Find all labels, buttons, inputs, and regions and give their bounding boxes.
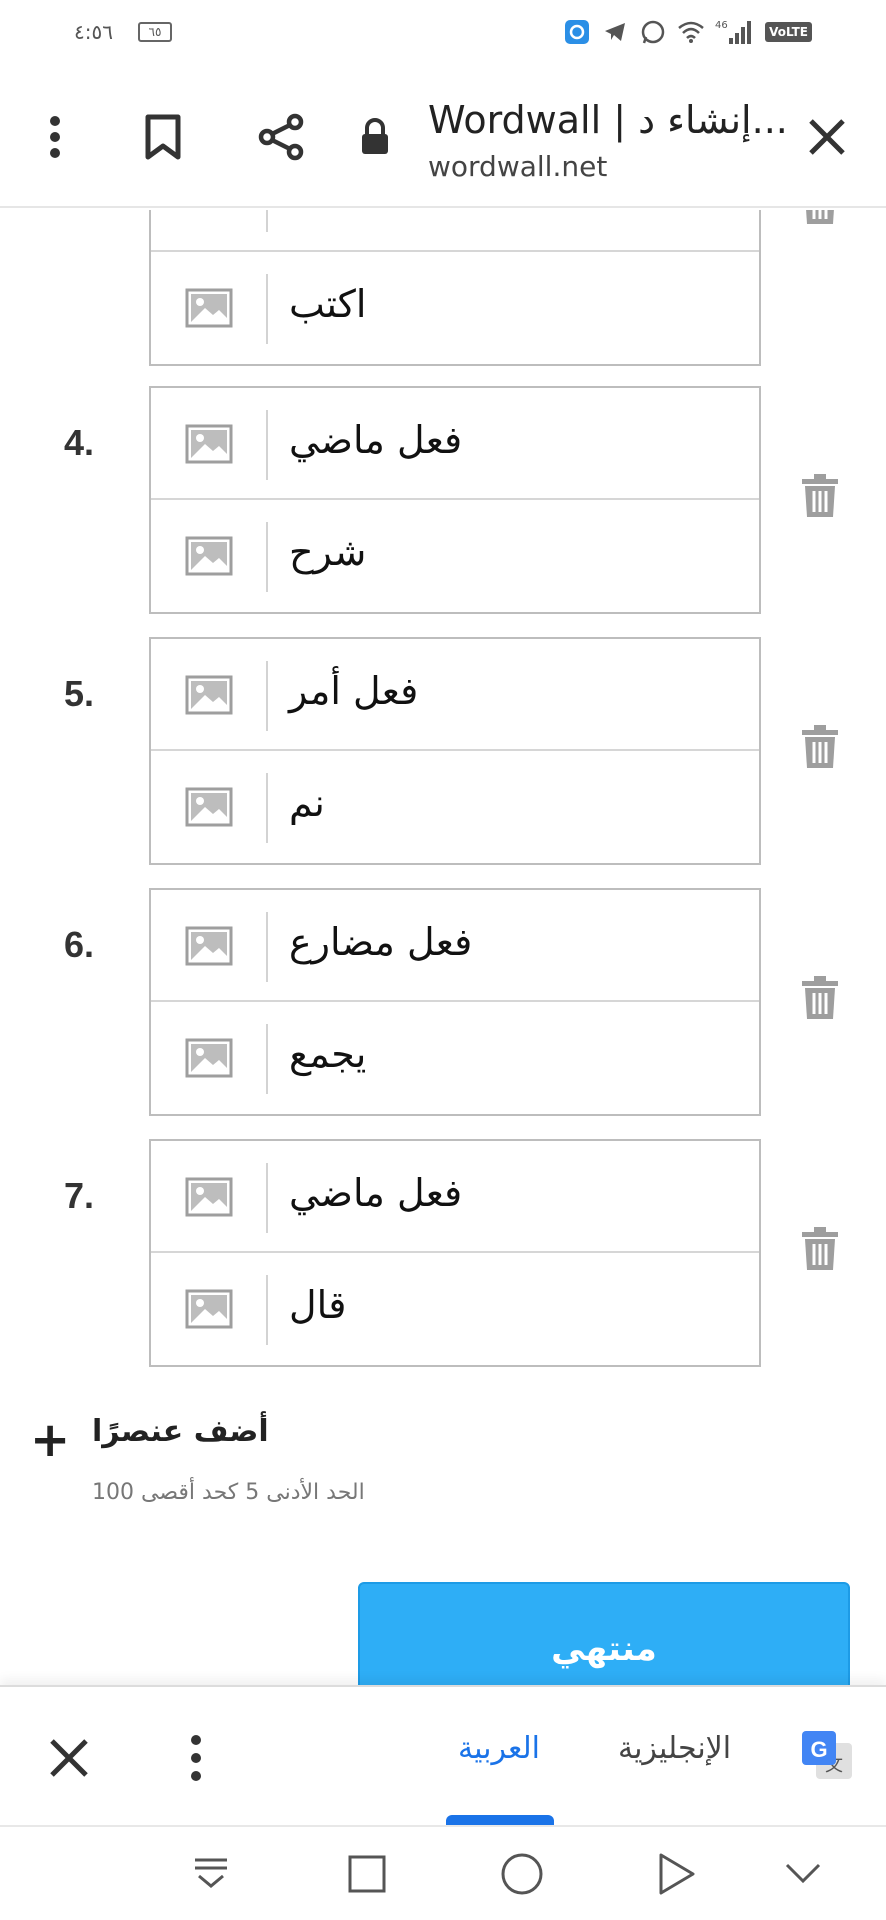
add-image-icon[interactable]: [185, 1038, 233, 1078]
item-box: فعل مضارع يجمع: [149, 888, 761, 1116]
item-row-definition[interactable]: يجمع: [151, 1002, 759, 1114]
pull-down-icon: [195, 1858, 227, 1888]
wifi-icon: [677, 18, 705, 46]
item-limit-note: الحد الأدنى 5 كحد أقصى 100: [92, 1480, 365, 1505]
delete-item-icon[interactable]: [800, 1226, 840, 1272]
add-image-icon[interactable]: [185, 926, 233, 966]
translate-menu-icon[interactable]: [176, 1733, 216, 1783]
delete-item-icon[interactable]: [800, 975, 840, 1021]
bookmark-button[interactable]: [128, 102, 198, 172]
page-url: wordwall.net: [428, 150, 608, 183]
item-number: 4.: [64, 422, 95, 463]
row-text[interactable]: اكتب: [289, 282, 366, 326]
telegram-icon: [601, 18, 629, 46]
item-box: فعل ماضي قال: [149, 1139, 761, 1367]
item-row-definition[interactable]: اكتب: [151, 252, 759, 364]
item-row-partial-top[interactable]: [151, 210, 759, 252]
add-item-label: أضف عنصرًا: [92, 1414, 269, 1449]
status-icons: 46 VoLTE: [563, 18, 812, 46]
add-image-icon[interactable]: [185, 1177, 233, 1217]
done-button[interactable]: منتهي: [358, 1582, 850, 1685]
item-number: 5.: [64, 673, 95, 714]
tab-arabic[interactable]: العربية: [458, 1731, 540, 1766]
browser-header: Wordwall | إنشاء د... wordwall.net: [0, 70, 886, 208]
term-text[interactable]: فعل ماضي: [289, 418, 462, 462]
item-box: فعل ماضي شرح: [149, 386, 761, 614]
kebab-menu-icon: [50, 116, 60, 158]
term-text[interactable]: فعل ماضي: [289, 1171, 462, 1215]
term-text[interactable]: فعل أمر: [289, 669, 418, 713]
item-row-term[interactable]: فعل أمر: [151, 639, 759, 751]
item-row-term[interactable]: فعل ماضي: [151, 388, 759, 500]
lock-button[interactable]: [340, 102, 410, 172]
definition-text[interactable]: شرح: [289, 530, 366, 574]
definition-text[interactable]: نم: [289, 781, 325, 825]
hide-nav-button[interactable]: [778, 1849, 828, 1899]
status-time: ٤:٥٦: [74, 20, 113, 44]
translate-bar: العربية الإنجليزية 文 G: [0, 1685, 886, 1827]
svg-text:46: 46: [715, 20, 728, 31]
tab-english[interactable]: الإنجليزية: [618, 1731, 731, 1766]
google-translate-icon: 文 G: [802, 1731, 852, 1779]
chevron-down-icon: [785, 1863, 821, 1884]
circle-icon: [501, 1853, 543, 1895]
close-icon: [809, 119, 845, 155]
item-number: 7.: [64, 1175, 95, 1216]
share-icon: [258, 113, 304, 161]
add-image-icon[interactable]: [185, 288, 233, 328]
item-row-term[interactable]: فعل ماضي: [151, 1141, 759, 1253]
add-image-icon[interactable]: [185, 1289, 233, 1329]
definition-text[interactable]: يجمع: [289, 1032, 366, 1076]
item-row-term[interactable]: فعل مضارع: [151, 890, 759, 1002]
sync-app-icon: [563, 18, 591, 46]
item-box-partial: اكتب: [149, 210, 761, 366]
add-image-icon[interactable]: [185, 424, 233, 464]
item-row-definition[interactable]: قال: [151, 1253, 759, 1365]
add-image-icon[interactable]: [185, 675, 233, 715]
item-box: فعل أمر نم: [149, 637, 761, 865]
share-button[interactable]: [246, 102, 316, 172]
triangle-back-icon: [659, 1853, 695, 1895]
item-number: 6.: [64, 924, 95, 965]
status-bar: ٤:٥٦ ٦٥ 46 VoLTE: [0, 0, 886, 70]
delete-item-icon[interactable]: [800, 724, 840, 770]
menu-button[interactable]: [20, 102, 90, 172]
square-icon: [348, 1855, 386, 1893]
bookmark-icon: [145, 114, 181, 160]
term-text[interactable]: فعل مضارع: [289, 920, 472, 964]
definition-text[interactable]: قال: [289, 1283, 346, 1327]
delete-item-icon[interactable]: [800, 210, 840, 226]
close-translate-icon[interactable]: [44, 1733, 94, 1783]
lock-icon: [362, 118, 388, 154]
battery-icon: ٦٥: [138, 22, 172, 42]
delete-item-icon[interactable]: [800, 473, 840, 519]
back-button[interactable]: [652, 1849, 702, 1899]
item-list[interactable]: اكتب 4. فعل ماضي شرح 5. فعل أمر نم 6. فع…: [0, 210, 886, 1685]
volte-badge: VoLTE: [765, 22, 812, 42]
item-row-definition[interactable]: شرح: [151, 500, 759, 612]
add-image-icon[interactable]: [185, 787, 233, 827]
signal-icon: 46: [715, 18, 755, 46]
notification-pull-button[interactable]: [186, 1849, 236, 1899]
item-row-definition[interactable]: نم: [151, 751, 759, 863]
plus-icon: +: [30, 1412, 71, 1468]
system-nav-bar: [0, 1825, 886, 1920]
whatsapp-icon: [639, 18, 667, 46]
svg-text:G: G: [810, 1737, 827, 1762]
add-image-icon[interactable]: [185, 536, 233, 576]
recents-button[interactable]: [342, 1849, 392, 1899]
page-title: Wordwall | إنشاء د...: [428, 98, 788, 142]
close-tab-button[interactable]: [792, 102, 862, 172]
home-button[interactable]: [497, 1849, 547, 1899]
